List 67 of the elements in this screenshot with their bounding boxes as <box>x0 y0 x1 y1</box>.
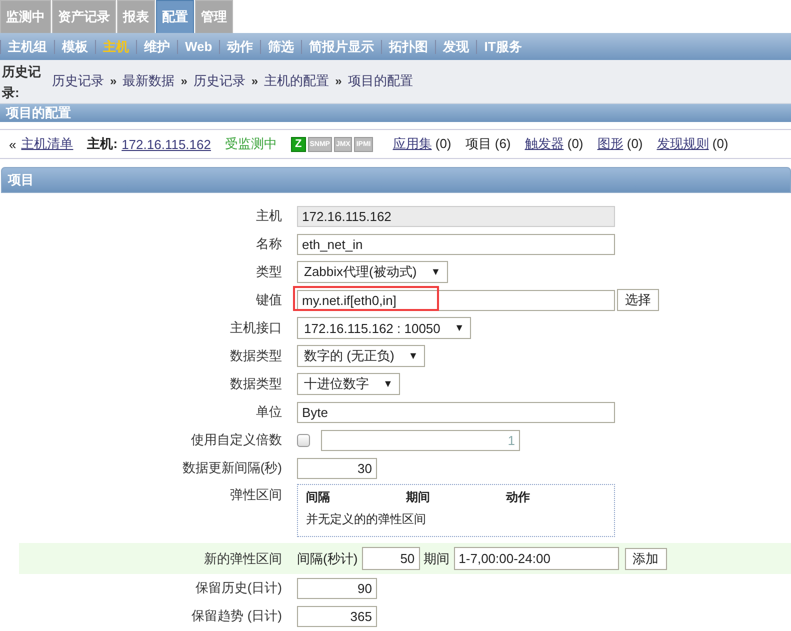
input-field[interactable]: 30 <box>297 458 377 478</box>
select-button[interactable]: 选择 <box>617 289 659 311</box>
dropdown[interactable]: 172.16.115.162 : 10050 ▼ <box>297 317 472 339</box>
input-field[interactable]: 50 <box>362 547 420 570</box>
input-field[interactable]: Byte <box>297 402 615 422</box>
input-field[interactable]: eth_net_in <box>297 234 615 254</box>
tab-label: 项目 (6) <box>465 136 511 151</box>
period-label: 期间 <box>424 550 450 568</box>
separator: » <box>110 74 117 88</box>
field-label: 数据类型 <box>229 347 283 365</box>
tab-link[interactable]: 发现规则 <box>656 136 709 151</box>
dropdown[interactable]: 十进位数字 ▼ <box>297 373 400 395</box>
dropdown[interactable]: Zabbix代理(被动式) ▼ <box>297 261 448 283</box>
field-label: 单位 <box>255 403 283 421</box>
field-label: 新的弹性区间 <box>203 550 283 568</box>
separator: » <box>180 74 188 88</box>
field-label: 名称 <box>255 235 283 253</box>
input-field[interactable]: my.net.if[eth0,in] <box>297 290 615 310</box>
dropdown-arrow: ▼ <box>408 350 418 362</box>
field-label: 保留历史(日计) <box>194 579 283 597</box>
back-arrow: « <box>9 136 16 152</box>
add-button[interactable]: 添加 <box>624 548 667 570</box>
dropdown[interactable]: 数字的 (无正负) ▼ <box>297 345 426 367</box>
section-title-bar: 项目 <box>1 167 791 193</box>
breadcrumb-link[interactable]: 历史记录 <box>193 72 246 90</box>
readonly-field: 172.16.115.162 <box>297 206 615 226</box>
count-text: (0) <box>434 136 452 151</box>
field-label: 保留趋势 (日计) <box>190 607 283 625</box>
column-header: 间隔 <box>306 488 331 506</box>
breadcrumb-link[interactable]: 最新数据 <box>122 72 175 90</box>
field-label: 类型 <box>255 263 283 281</box>
field-label: 弹性区间 <box>229 486 283 504</box>
host-link[interactable]: 172.16.115.162 <box>122 136 211 152</box>
count-text: (0) <box>626 136 643 151</box>
tab-link[interactable]: 触发器 <box>524 136 564 151</box>
field-label: 数据类型 <box>229 375 283 393</box>
empty-message: 并无定义的的弹性区间 <box>306 511 427 528</box>
input-field[interactable]: 365 <box>297 606 377 626</box>
field-label: 主机 <box>255 207 283 225</box>
field-label: 键值 <box>255 291 283 309</box>
checkbox[interactable] <box>297 434 310 446</box>
breadcrumb-link[interactable]: 项目的配置 <box>348 72 413 90</box>
field-label: 主机接口 <box>229 319 283 337</box>
breadcrumb-link[interactable]: 主机的配置 <box>264 72 330 90</box>
field-label: 数据更新间隔(秒) <box>181 459 283 477</box>
dropdown-arrow: ▼ <box>383 378 393 390</box>
host-list-link[interactable]: 主机清单 <box>21 135 74 153</box>
breadcrumb-label: 历史记录: <box>2 62 42 102</box>
count-text: (0) <box>711 136 728 151</box>
availability-badge: Z <box>290 136 306 152</box>
tab-link[interactable]: 图形 <box>597 136 624 151</box>
input-field[interactable]: 1-7,00:00-24:00 <box>454 547 619 570</box>
interval-label: 间隔(秒计) <box>297 550 358 568</box>
input-field[interactable]: 90 <box>297 578 377 598</box>
breadcrumb-link[interactable]: 历史记录 <box>52 72 104 90</box>
page-title-bar: 项目的配置 <box>0 104 791 122</box>
field-label: 使用自定义倍数 <box>190 431 283 449</box>
status-text: 受监测中 <box>224 135 277 153</box>
dropdown-arrow: ▼ <box>430 266 441 278</box>
separator: » <box>251 74 258 88</box>
host-label: 主机: <box>87 135 118 153</box>
tab-link[interactable]: 应用集 <box>392 136 432 151</box>
dropdown-arrow: ▼ <box>454 322 464 334</box>
separator: » <box>335 74 342 88</box>
column-header: 动作 <box>506 488 531 506</box>
count-text: (0) <box>566 136 584 151</box>
column-header: 期间 <box>406 488 431 506</box>
